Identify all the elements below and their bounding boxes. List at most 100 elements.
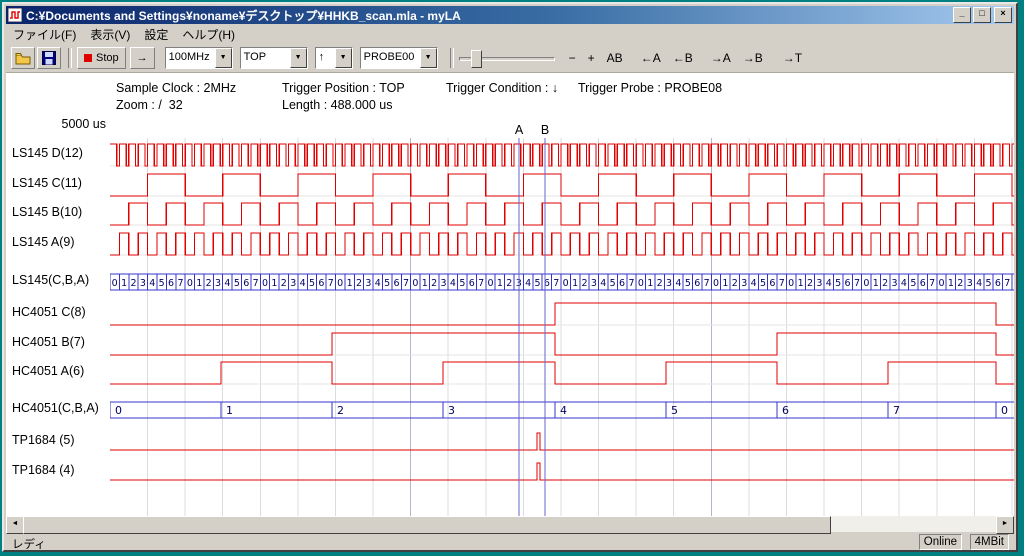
goto-cursor-a-left-button[interactable]: ←A: [637, 49, 665, 67]
svg-text:1: 1: [798, 278, 804, 289]
sample-clock-select[interactable]: 100MHz ▼: [165, 47, 233, 69]
svg-text:3: 3: [140, 278, 146, 289]
length-info: Length : 488.000 us: [282, 98, 393, 112]
scroll-left-button[interactable]: ◄: [6, 516, 24, 534]
svg-text:5: 5: [985, 278, 991, 289]
cursor-b-label[interactable]: B: [541, 123, 549, 137]
svg-text:7: 7: [1004, 278, 1010, 289]
scroll-right-button[interactable]: ►: [996, 516, 1014, 534]
svg-text:4: 4: [826, 278, 832, 289]
svg-text:4: 4: [675, 278, 681, 289]
svg-text:4: 4: [450, 278, 456, 289]
svg-text:1: 1: [347, 278, 353, 289]
statusbar: レディ Online 4MBit: [6, 534, 1014, 550]
svg-text:2: 2: [281, 278, 287, 289]
menu-help[interactable]: ヘルプ(H): [175, 24, 242, 45]
svg-text:4: 4: [901, 278, 907, 289]
chevron-down-icon[interactable]: ▼: [215, 48, 232, 68]
save-button[interactable]: [37, 47, 61, 69]
svg-text:4: 4: [560, 404, 567, 417]
svg-text:1: 1: [196, 278, 202, 289]
svg-text:4: 4: [375, 278, 381, 289]
zoom-slider-handle[interactable]: [471, 50, 482, 68]
titlebar[interactable]: C:¥Documents and Settings¥noname¥デスクトップ¥…: [6, 6, 1014, 24]
zoom-slider[interactable]: [459, 48, 555, 68]
zoom-out-button[interactable]: −: [565, 49, 580, 67]
status-ready-text: レディ: [12, 536, 46, 552]
goto-cursor-a-right-button[interactable]: →A: [707, 49, 735, 67]
svg-text:3: 3: [441, 278, 447, 289]
svg-text:4: 4: [600, 278, 606, 289]
window-title: C:¥Documents and Settings¥noname¥デスクトップ¥…: [26, 7, 951, 24]
svg-text:2: 2: [337, 404, 344, 417]
menu-view[interactable]: 表示(V): [83, 24, 137, 45]
svg-text:2: 2: [206, 278, 212, 289]
svg-text:7: 7: [628, 278, 634, 289]
goto-cursor-b-right-button[interactable]: →B: [739, 49, 767, 67]
svg-text:7: 7: [704, 278, 710, 289]
menu-settings[interactable]: 設定: [137, 24, 175, 45]
svg-text:0: 0: [112, 278, 118, 289]
channel-label: TP1684 (5): [12, 433, 75, 447]
svg-text:5: 5: [534, 278, 540, 289]
goto-cursor-b-left-button[interactable]: ←B: [669, 49, 697, 67]
close-button[interactable]: ×: [994, 7, 1012, 23]
svg-text:1: 1: [948, 278, 954, 289]
svg-text:6: 6: [318, 278, 324, 289]
open-button[interactable]: [11, 47, 35, 69]
svg-text:1: 1: [722, 278, 728, 289]
svg-text:1: 1: [121, 278, 127, 289]
svg-text:6: 6: [769, 278, 775, 289]
chevron-down-icon[interactable]: ▼: [420, 48, 437, 68]
trigger-position-select[interactable]: TOP ▼: [240, 47, 308, 69]
maximize-button[interactable]: □: [973, 7, 991, 23]
trigger-edge-select[interactable]: ↑ ▼: [315, 47, 353, 69]
channel-label: HC4051 C(8): [12, 305, 86, 319]
minimize-button[interactable]: _: [953, 7, 971, 23]
svg-text:1: 1: [271, 278, 277, 289]
svg-text:7: 7: [854, 278, 860, 289]
waveform-plot[interactable]: 0123456701234567012345670123456701234567…: [110, 138, 1014, 516]
zoom-in-button[interactable]: +: [584, 49, 599, 67]
svg-text:0: 0: [939, 278, 945, 289]
cursor-a-label[interactable]: A: [515, 123, 523, 137]
menubar: ファイル(F) 表示(V) 設定 ヘルプ(H): [6, 25, 1014, 43]
svg-text:4: 4: [224, 278, 230, 289]
toolbar-separator: [68, 48, 72, 68]
svg-text:0: 0: [638, 278, 644, 289]
cursor-ab-button[interactable]: AB: [603, 49, 627, 67]
svg-text:7: 7: [893, 404, 900, 417]
horizontal-scrollbar[interactable]: ◄ ►: [6, 516, 1014, 532]
svg-text:2: 2: [356, 278, 362, 289]
menu-file[interactable]: ファイル(F): [6, 24, 83, 45]
trigger-position-value: TOP: [241, 48, 290, 68]
status-online-badge: Online: [919, 534, 962, 550]
svg-text:0: 0: [863, 278, 869, 289]
chevron-down-icon[interactable]: ▼: [335, 48, 352, 68]
goto-trigger-button[interactable]: →T: [779, 49, 806, 67]
svg-text:3: 3: [741, 278, 747, 289]
stop-icon: [84, 54, 92, 62]
svg-text:6: 6: [995, 278, 1001, 289]
chevron-down-icon[interactable]: ▼: [290, 48, 307, 68]
toolbar-separator: [450, 48, 454, 68]
trigger-condition-info: Trigger Condition : ↓: [446, 81, 558, 95]
svg-text:1: 1: [873, 278, 879, 289]
svg-text:6: 6: [694, 278, 700, 289]
trigger-edge-value: ↑: [316, 48, 335, 68]
run-button[interactable]: →: [130, 47, 155, 69]
svg-text:2: 2: [581, 278, 587, 289]
zoom-info: Zoom : / 32: [116, 98, 183, 112]
svg-text:3: 3: [967, 278, 973, 289]
svg-text:4: 4: [525, 278, 531, 289]
stop-button[interactable]: Stop: [77, 47, 126, 69]
trigger-position-info: Trigger Position : TOP: [282, 81, 405, 95]
svg-text:0: 0: [337, 278, 343, 289]
svg-text:5: 5: [685, 278, 691, 289]
svg-text:1: 1: [422, 278, 428, 289]
trigger-probe-select[interactable]: PROBE00 ▼: [360, 47, 438, 69]
svg-text:2: 2: [957, 278, 963, 289]
channel-label: LS145 D(12): [12, 146, 83, 160]
scroll-thumb[interactable]: [23, 516, 831, 534]
sample-clock-value: 100MHz: [166, 48, 215, 68]
